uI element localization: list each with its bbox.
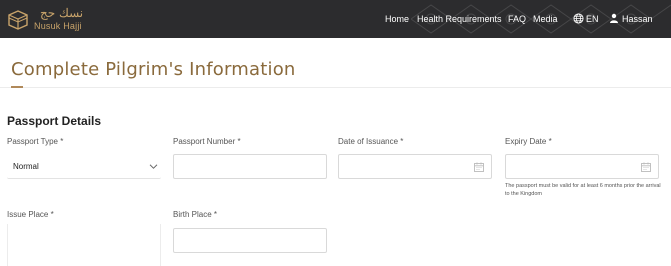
passport-type-value: Normal [13,162,39,171]
nav-home-link[interactable]: Home [385,14,409,24]
nusuk-hajj-logo[interactable]: نسك حج Nusuk Hajji [6,6,88,34]
expiry-date-label: Expiry Date * [505,137,552,146]
nav-health-requirements-link[interactable]: Health Requirements [417,14,502,24]
title-accent-bar [11,86,23,88]
passport-number-label: Passport Number * [173,137,241,146]
expiry-date-hint: The passport must be valid for at least … [505,183,661,197]
section-title: Passport Details [7,114,102,128]
language-selector[interactable]: EN [586,14,599,24]
issue-place-label: Issue Place * [7,210,54,219]
globe-icon[interactable] [573,13,584,24]
nav-media-link[interactable]: Media [533,14,558,24]
expiry-date-input[interactable] [505,154,659,179]
page-title: Complete Pilgrim's Information [11,59,296,80]
issue-place-select[interactable] [7,224,161,266]
date-of-issuance-input[interactable] [338,154,492,179]
brand-name-arabic: نسك حج [40,6,84,20]
date-of-issuance-label: Date of Issuance * [338,137,404,146]
top-navigation-bar: نسك حج Nusuk Hajji Home Health Requireme… [0,0,671,38]
calendar-icon[interactable] [641,162,651,172]
passport-type-select[interactable]: Normal [7,154,161,179]
passport-number-input[interactable] [173,154,327,179]
user-icon[interactable] [609,13,619,23]
chevron-down-icon [149,164,158,169]
nav-faq-link[interactable]: FAQ [508,14,526,24]
kaaba-emblem-icon [8,10,28,30]
user-name[interactable]: Hassan [622,14,653,24]
title-divider [0,87,671,88]
birth-place-label: Birth Place * [173,210,218,219]
passport-type-label: Passport Type * [7,137,64,146]
calendar-icon[interactable] [474,162,484,172]
birth-place-input[interactable] [173,228,327,253]
brand-name-english: Nusuk Hajji [34,21,82,31]
